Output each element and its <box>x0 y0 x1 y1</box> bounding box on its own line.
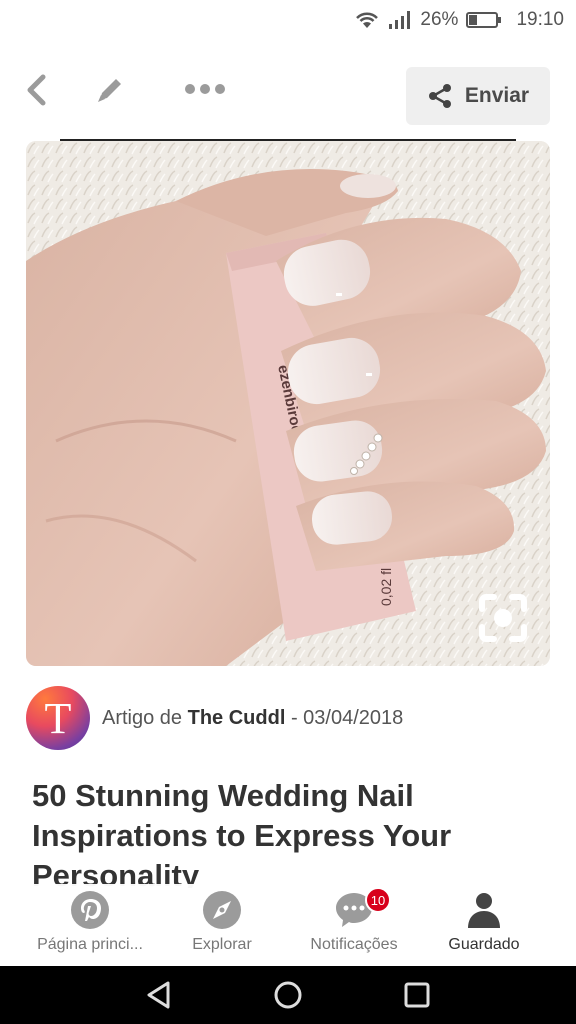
send-button[interactable]: Enviar <box>406 67 550 125</box>
nav-notifications[interactable]: 10 Notificações <box>282 884 426 966</box>
more-options-button[interactable] <box>180 74 230 104</box>
visual-search-button[interactable] <box>478 593 528 643</box>
avatar[interactable]: T <box>26 686 90 750</box>
nav-notifications-label: Notificações <box>310 936 398 953</box>
pencil-icon <box>98 79 121 102</box>
author-prefix: Artigo de <box>102 706 183 729</box>
notification-badge: 10 <box>365 887 391 913</box>
circle-home-icon <box>274 981 302 1009</box>
chevron-left-icon <box>27 74 46 106</box>
battery-percent: 26% <box>420 9 459 30</box>
visual-search-icon <box>479 594 527 642</box>
status-bar: 26% 19:10 <box>0 0 576 40</box>
compass-icon <box>203 891 241 929</box>
clock: 19:10 <box>516 9 564 30</box>
battery-icon <box>466 12 502 28</box>
system-nav-bar <box>0 966 576 1024</box>
card-volume: 0,02 fl <box>378 568 394 606</box>
system-back-button[interactable] <box>142 978 176 1012</box>
author-attribution: Artigo de The Cuddl - 03/04/2018 <box>102 707 403 730</box>
system-recents-button[interactable] <box>400 978 434 1012</box>
back-button[interactable] <box>18 70 54 110</box>
wifi-icon <box>356 12 379 28</box>
pinterest-icon <box>71 891 109 929</box>
pin-toolbar: Enviar <box>0 60 576 132</box>
system-home-button[interactable] <box>271 978 305 1012</box>
edit-button[interactable] <box>90 70 130 110</box>
signal-icon <box>389 11 411 29</box>
nav-explore-label: Explorar <box>192 936 252 953</box>
author-row[interactable]: T Artigo de The Cuddl - 03/04/2018 <box>26 686 550 750</box>
avatar-initial: T <box>44 693 72 743</box>
more-dots-icon <box>185 84 225 94</box>
nails-photo: ezenbirod 0,02 fl <box>26 141 550 666</box>
nav-home[interactable]: Página princi... <box>18 884 162 966</box>
nav-saved[interactable]: Guardado <box>412 884 556 966</box>
send-label: Enviar <box>464 84 530 107</box>
pin-image[interactable]: ezenbirod 0,02 fl <box>26 141 550 666</box>
user-icon <box>468 893 500 928</box>
triangle-back-icon <box>147 981 170 1009</box>
nav-explore[interactable]: Explorar <box>150 884 294 966</box>
nav-home-label: Página princi... <box>37 936 143 953</box>
square-recents-icon <box>404 982 430 1008</box>
article-title[interactable]: 50 Stunning Wedding Nail Inspirations to… <box>32 776 544 888</box>
publish-date: - 03/04/2018 <box>290 706 404 729</box>
share-icon <box>428 84 451 108</box>
bottom-nav: Página princi... Explorar 10 Notificaçõe… <box>0 884 576 966</box>
nav-saved-label: Guardado <box>448 936 520 953</box>
author-name[interactable]: The Cuddl <box>188 707 286 729</box>
